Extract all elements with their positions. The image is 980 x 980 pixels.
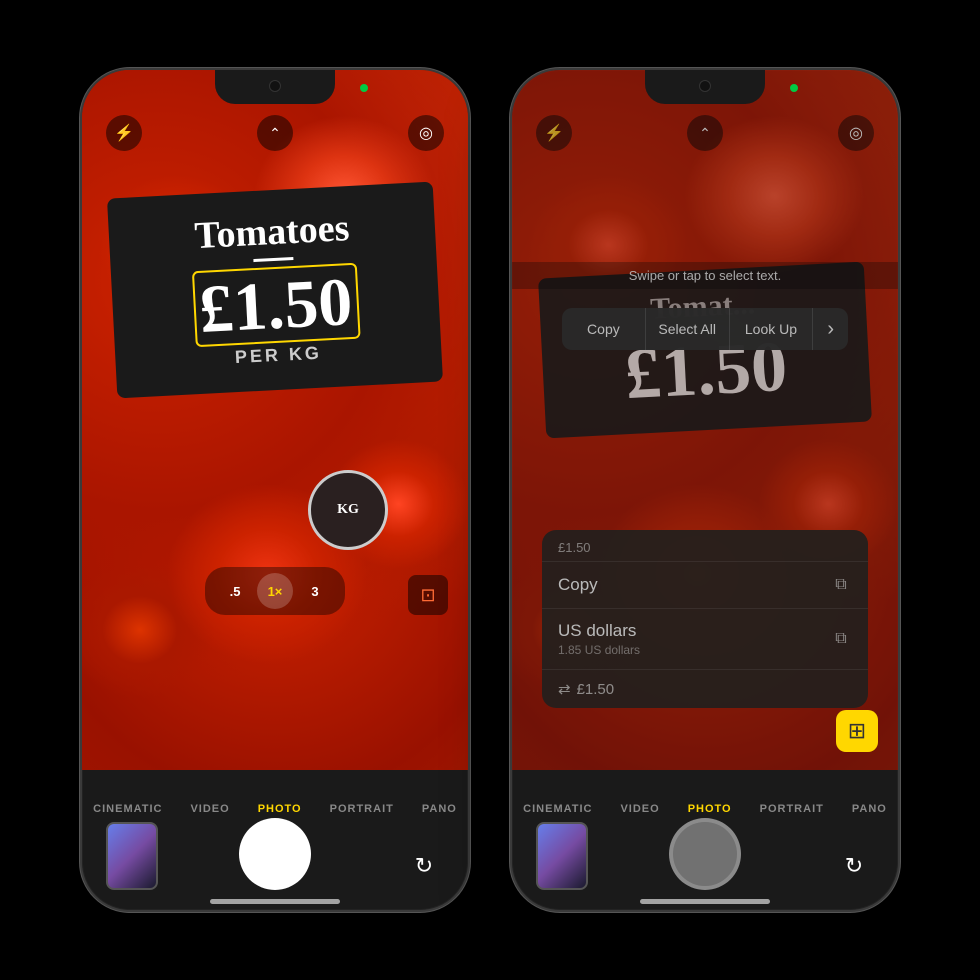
photo-thumbnail-2[interactable] — [536, 822, 588, 890]
camera-indicator-dot-2 — [790, 84, 798, 92]
price-sign-title: Tomatoes — [132, 203, 412, 261]
price-sign-price: £1.50 — [135, 264, 416, 346]
context-more-button[interactable]: › — [813, 308, 848, 350]
currency-exchange-icon: ⇄ — [558, 680, 571, 698]
camera-top-bar-2: ⚡ ⌃ ◎ — [512, 115, 898, 151]
flash-button-2[interactable]: ⚡ — [536, 115, 572, 151]
context-select-all-button[interactable]: Select All — [646, 308, 730, 350]
phone-1: Tomatoes £1.50 PER KG KG ⚡ ⌃ — [80, 68, 470, 912]
flash-icon: ⚡ — [114, 123, 134, 143]
camera-top-bar: ⚡ ⌃ ◎ — [82, 115, 468, 151]
rotate-icon: ↻ — [415, 853, 433, 879]
front-camera-2 — [699, 80, 711, 92]
context-copy-button[interactable]: Copy — [562, 308, 646, 350]
settings-icon: ◎ — [419, 123, 433, 143]
settings-icon-2: ◎ — [849, 123, 863, 143]
arrow-up-button-2[interactable]: ⌃ — [687, 115, 723, 151]
swipe-hint: Swipe or tap to select text. — [512, 262, 898, 289]
mode-photo-2[interactable]: PHOTO — [688, 803, 732, 815]
zoom-3x-button[interactable]: 3 — [297, 573, 333, 609]
price-text: £1.50 — [197, 263, 354, 347]
mode-portrait[interactable]: PORTRAIT — [330, 803, 394, 815]
dropdown-usd-label: US dollars — [558, 621, 640, 641]
mode-pano[interactable]: PANO — [422, 803, 457, 815]
rotate-camera-button[interactable]: ↻ — [404, 846, 444, 886]
dropdown-usd-item[interactable]: US dollars 1.85 US dollars ⧉ — [542, 608, 868, 669]
home-indicator-2 — [640, 899, 770, 904]
mode-video[interactable]: VIDEO — [190, 803, 229, 815]
chevron-up-icon: ⌃ — [269, 125, 281, 142]
mode-video-2[interactable]: VIDEO — [620, 803, 659, 815]
flash-icon-2: ⚡ — [544, 123, 564, 143]
price-sign-divider — [253, 257, 293, 262]
mode-selector: CINEMATIC VIDEO PHOTO PORTRAIT PANO — [82, 803, 468, 815]
chevron-right-icon: › — [827, 318, 834, 341]
shutter-button-2[interactable] — [669, 818, 741, 890]
shutter-button[interactable] — [239, 818, 311, 890]
camera-viewfinder: Tomatoes £1.50 PER KG KG ⚡ ⌃ — [82, 70, 468, 770]
mode-pano-2[interactable]: PANO — [852, 803, 887, 815]
scanner-badge[interactable]: ⊞ — [836, 710, 878, 752]
tomato-background — [82, 70, 468, 770]
phone-2: Tomat... £1.50 ⚡ ⌃ ◎ Swipe or tap to sel… — [510, 68, 900, 912]
dropdown-footer-text: £1.50 — [577, 681, 615, 698]
dropdown-copy-label: Copy — [558, 575, 598, 595]
side-button-right — [468, 230, 470, 310]
copy-doc-icon-2: ⧉ — [830, 628, 852, 650]
dropdown-copy-item[interactable]: Copy ⧉ — [542, 561, 868, 608]
zoom-1x-button[interactable]: 1× — [257, 573, 293, 609]
mode-cinematic[interactable]: CINEMATIC — [93, 803, 162, 815]
zoom-controls: .5 1× 3 — [205, 567, 345, 615]
settings-button[interactable]: ◎ — [408, 115, 444, 151]
front-camera — [269, 80, 281, 92]
dropdown-usd-content: US dollars 1.85 US dollars — [558, 621, 640, 657]
rotate-icon-2: ↻ — [845, 853, 863, 879]
mode-portrait-2[interactable]: PORTRAIT — [760, 803, 824, 815]
mode-selector-2: CINEMATIC VIDEO PHOTO PORTRAIT PANO — [512, 803, 898, 815]
mode-photo[interactable]: PHOTO — [258, 803, 302, 815]
copy-doc-icon: ⧉ — [830, 574, 852, 596]
chevron-up-icon-2: ⌃ — [699, 125, 711, 142]
live-text-button[interactable]: ⊡ — [408, 575, 448, 615]
side-button-right-2 — [898, 230, 900, 310]
dropdown-header: £1.50 — [542, 530, 868, 561]
camera-indicator-dot — [360, 84, 368, 92]
magnifier-text: KG — [337, 502, 359, 518]
photo-thumbnail[interactable] — [106, 822, 158, 890]
home-indicator — [210, 899, 340, 904]
live-text-icon: ⊡ — [420, 585, 435, 606]
magnifier: KG — [308, 470, 388, 550]
arrow-up-button[interactable]: ⌃ — [257, 115, 293, 151]
flash-button[interactable]: ⚡ — [106, 115, 142, 151]
camera-viewfinder-2: Tomat... £1.50 ⚡ ⌃ ◎ Swipe or tap to sel… — [512, 70, 898, 770]
context-look-up-button[interactable]: Look Up — [730, 308, 814, 350]
context-menu-bar: Copy Select All Look Up › — [562, 308, 848, 350]
mode-cinematic-2[interactable]: CINEMATIC — [523, 803, 592, 815]
dropdown-footer[interactable]: ⇄ £1.50 — [542, 669, 868, 708]
zoom-half-button[interactable]: .5 — [217, 573, 253, 609]
dropdown-panel: £1.50 Copy ⧉ US dollars 1.85 US dollars … — [542, 530, 868, 708]
dropdown-usd-sub: 1.85 US dollars — [558, 643, 640, 657]
scanner-icon: ⊞ — [848, 718, 866, 744]
price-sign: Tomatoes £1.50 PER KG — [107, 182, 443, 399]
rotate-camera-button-2[interactable]: ↻ — [834, 846, 874, 886]
settings-button-2[interactable]: ◎ — [838, 115, 874, 151]
